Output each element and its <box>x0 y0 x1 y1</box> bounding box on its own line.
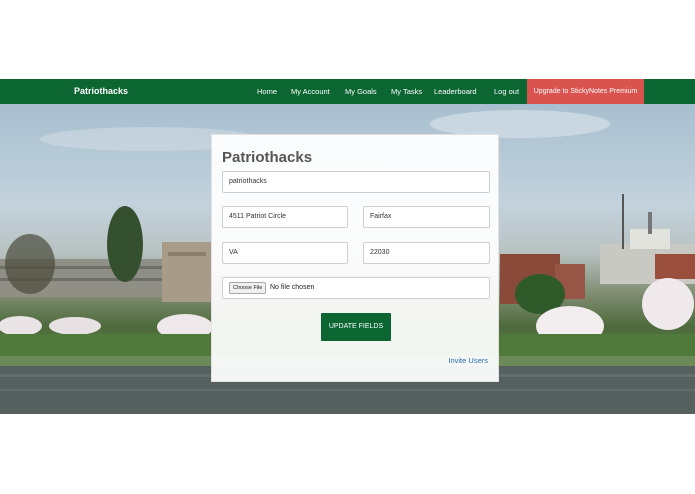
zip-input[interactable]: 22030 <box>363 242 490 264</box>
update-profile-card: Patriothacks patriothacks 4511 Patriot C… <box>211 134 499 382</box>
city-input[interactable]: Fairfax <box>363 206 490 228</box>
choose-file-button[interactable]: Choose File <box>229 282 267 294</box>
nav-my-account[interactable]: My Account <box>291 79 330 104</box>
upgrade-premium-button[interactable]: Upgrade to StickyNotes Premium <box>527 79 644 104</box>
nav-leaderboard[interactable]: Leaderboard <box>434 79 477 104</box>
file-upload-field[interactable]: Choose File No file chosen <box>222 277 490 299</box>
street-address-input[interactable]: 4511 Patriot Circle <box>222 206 348 228</box>
nav-my-tasks[interactable]: My Tasks <box>391 79 422 104</box>
state-input[interactable]: VA <box>222 242 348 264</box>
nav-home[interactable]: Home <box>257 79 277 104</box>
brand-logo[interactable]: Patriothacks <box>74 79 128 104</box>
top-navbar: Patriothacks Home My Account My Goals My… <box>0 79 695 104</box>
invite-users-link[interactable]: Invite Users <box>448 356 488 365</box>
nav-my-goals[interactable]: My Goals <box>345 79 377 104</box>
update-fields-button[interactable]: UPDATE FIELDS <box>321 313 391 341</box>
nav-log-out[interactable]: Log out <box>494 79 519 104</box>
organization-name-input[interactable]: patriothacks <box>222 171 490 193</box>
card-title: Patriothacks <box>222 149 313 166</box>
file-status-text: No file chosen <box>270 284 315 291</box>
